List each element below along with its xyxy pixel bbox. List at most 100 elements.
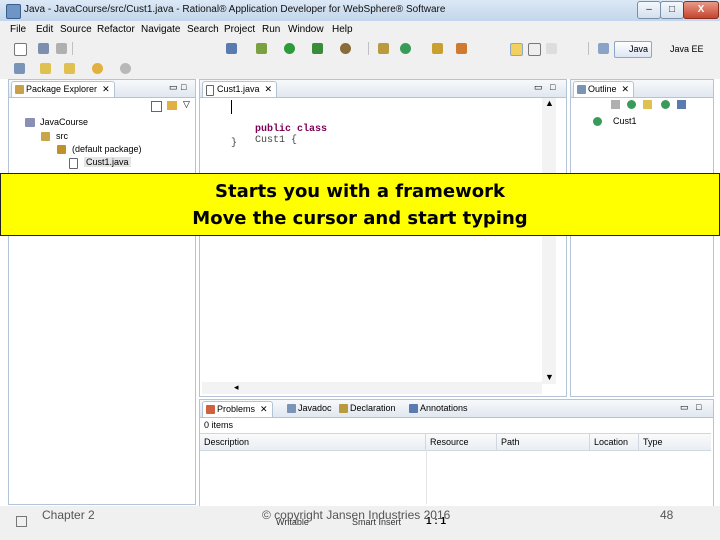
- package-explorer-lower: [8, 234, 196, 505]
- forward-arrow-icon[interactable]: [120, 63, 131, 74]
- view-menu-icon[interactable]: ▽: [183, 99, 190, 110]
- search-icon[interactable]: [340, 43, 351, 54]
- hide-nonpublic-icon[interactable]: [661, 100, 670, 109]
- slide-page-number: 48: [660, 508, 674, 522]
- build-all-icon[interactable]: [14, 63, 25, 74]
- tab-declaration[interactable]: Declaration: [336, 401, 400, 416]
- collapse-all-icon[interactable]: [151, 101, 162, 112]
- perspective-java-ee[interactable]: Java EE: [655, 41, 708, 58]
- callout-line-1: Starts you with a framework: [215, 181, 505, 202]
- horizontal-scrollbar[interactable]: ◂: [202, 382, 542, 394]
- print-icon[interactable]: [56, 43, 67, 54]
- close-icon[interactable]: ✕: [100, 84, 110, 94]
- project-icon: [25, 118, 35, 127]
- problems-count: 0 items: [204, 420, 234, 430]
- mark-occurrences-icon[interactable]: [510, 43, 523, 56]
- column-path[interactable]: Path: [497, 434, 590, 450]
- menu-run[interactable]: Run: [262, 24, 280, 35]
- close-icon[interactable]: ✕: [262, 84, 273, 94]
- outline-tab[interactable]: Outline ✕: [573, 81, 635, 97]
- tab-javadoc[interactable]: Javadoc: [284, 401, 336, 416]
- menu-help[interactable]: Help: [332, 24, 353, 35]
- column-divider: [426, 450, 427, 504]
- code-line-2[interactable]: }: [231, 138, 237, 149]
- maximize-view-icon[interactable]: □: [696, 402, 701, 412]
- hide-fields-icon[interactable]: [627, 100, 636, 109]
- package-explorer-tab[interactable]: Package Explorer ✕: [11, 81, 115, 97]
- maximize-button[interactable]: □: [660, 1, 684, 19]
- close-button[interactable]: X: [683, 1, 719, 19]
- show-whitespace-icon[interactable]: [546, 43, 557, 54]
- javadoc-icon: [287, 404, 296, 413]
- close-icon[interactable]: ✕: [619, 84, 630, 94]
- fast-view-icon[interactable]: [16, 516, 27, 527]
- outline-tab-label: Outline: [588, 84, 617, 94]
- minimize-view-icon[interactable]: ▭: [534, 82, 543, 93]
- vertical-scrollbar[interactable]: ▲ ▼: [542, 98, 556, 384]
- run-icon[interactable]: [284, 43, 295, 54]
- tab-problems[interactable]: Problems ✕: [202, 401, 273, 417]
- perspective-java[interactable]: Java: [614, 41, 653, 58]
- next-annotation-icon[interactable]: [40, 63, 51, 74]
- code-line-1[interactable]: public class Cust1 {: [231, 113, 327, 157]
- previous-annotation-icon[interactable]: [64, 63, 75, 74]
- open-task-icon[interactable]: [456, 43, 467, 54]
- menu-file[interactable]: File: [10, 24, 26, 35]
- block-selection-icon[interactable]: [528, 43, 541, 56]
- maximize-view-icon[interactable]: □: [550, 82, 555, 92]
- outline-view: Outline ✕ Cust1: [570, 79, 714, 397]
- cust1-file-label: Cust1.java: [84, 157, 131, 167]
- problems-view: Problems ✕ Javadoc Declaration Annotatio…: [199, 399, 714, 507]
- build-icon[interactable]: [256, 43, 267, 54]
- back-arrow-icon[interactable]: [92, 63, 103, 74]
- save-icon[interactable]: [38, 43, 49, 54]
- problems-table-header: Description Resource Path Location Type: [200, 433, 711, 451]
- package-explorer-icon: [15, 85, 24, 94]
- new-icon[interactable]: [14, 43, 27, 56]
- hide-static-icon[interactable]: [643, 100, 652, 109]
- menu-project[interactable]: Project: [224, 24, 255, 35]
- tree-item-default-package[interactable]: (default package): [57, 144, 142, 155]
- scroll-left-icon[interactable]: ◂: [234, 382, 239, 393]
- close-icon[interactable]: ✕: [258, 404, 268, 414]
- column-type[interactable]: Type: [639, 434, 703, 450]
- scroll-down-icon[interactable]: ▼: [545, 372, 554, 382]
- column-description[interactable]: Description: [200, 434, 426, 450]
- sort-icon[interactable]: [611, 100, 620, 109]
- column-location[interactable]: Location: [590, 434, 639, 450]
- link-with-editor-icon[interactable]: [167, 101, 177, 110]
- external-tools-icon[interactable]: [312, 43, 323, 54]
- menu-window[interactable]: Window: [288, 24, 324, 35]
- tree-item-src[interactable]: src: [41, 131, 68, 142]
- tree-item-cust1-java[interactable]: Cust1.java: [69, 157, 131, 169]
- hide-local-types-icon[interactable]: [677, 100, 686, 109]
- maximize-view-icon[interactable]: □: [181, 82, 186, 92]
- minimize-view-icon[interactable]: ▭: [680, 402, 689, 413]
- outline-icon: [577, 85, 586, 94]
- outline-item-cust1[interactable]: Cust1: [593, 116, 637, 127]
- debug-icon[interactable]: [226, 43, 237, 54]
- menu-source[interactable]: Source: [60, 24, 92, 35]
- src-label: src: [56, 131, 68, 141]
- minimize-button[interactable]: –: [637, 1, 661, 19]
- class-icon: [593, 117, 602, 126]
- open-perspective-icon[interactable]: [598, 43, 609, 54]
- scroll-up-icon[interactable]: ▲: [545, 98, 554, 108]
- new-class-icon[interactable]: [400, 43, 411, 54]
- default-package-label: (default package): [72, 144, 142, 154]
- tab-annotations[interactable]: Annotations: [406, 401, 472, 416]
- menu-navigate[interactable]: Navigate: [141, 24, 180, 35]
- menu-edit[interactable]: Edit: [36, 24, 53, 35]
- open-type-icon[interactable]: [432, 43, 443, 54]
- menu-refactor[interactable]: Refactor: [97, 24, 135, 35]
- menu-search[interactable]: Search: [187, 24, 219, 35]
- package-explorer-tab-label: Package Explorer: [26, 84, 98, 94]
- tab-declaration-label: Declaration: [350, 403, 396, 413]
- new-package-icon[interactable]: [378, 43, 389, 54]
- minimize-view-icon[interactable]: ▭: [169, 82, 178, 93]
- tab-annotations-label: Annotations: [420, 403, 468, 413]
- tree-item-project[interactable]: JavaCourse: [25, 117, 88, 128]
- column-resource[interactable]: Resource: [426, 434, 497, 450]
- window-title: Java - JavaCourse/src/Cust1.java - Ratio…: [24, 4, 446, 15]
- editor-tab-cust1[interactable]: Cust1.java ✕: [202, 81, 278, 97]
